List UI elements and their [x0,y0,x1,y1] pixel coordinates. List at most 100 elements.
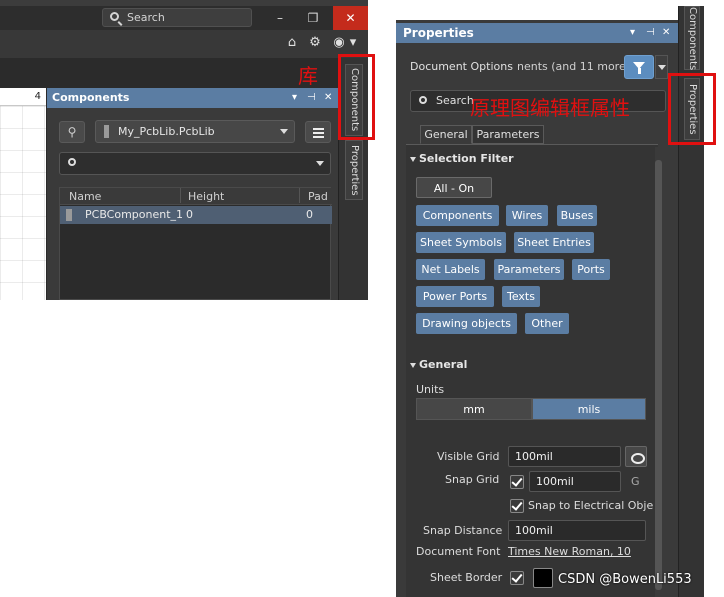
tab-components-2[interactable]: Components [684,6,700,70]
minimize-button[interactable]: – [265,6,295,30]
maximize-button[interactable]: ❐ [298,6,328,30]
filter-chip-buses[interactable]: Buses [557,205,597,226]
eye-icon[interactable] [625,446,647,467]
cell-pad: 0 [306,208,313,221]
pin-icon[interactable]: ⊣ [646,23,655,43]
chevron-down-icon [280,129,288,134]
chevron-down-icon[interactable] [316,161,324,166]
search-icon [419,96,427,104]
annotation-highlight-box [338,54,375,140]
search-icon [68,158,76,166]
snap-electrical-label: Snap to Electrical Obje [528,499,654,512]
cell-height: 0 [186,208,193,221]
sheet-border-color-swatch[interactable] [533,568,553,588]
screenshot-root: Search – ❐ ✕ ⌂ ⚙ ◉ ▾ 4 Components ▾ ⊣ ✕ … [0,0,724,597]
properties-panel-title: Properties [403,26,474,40]
close-button[interactable]: ✕ [333,6,368,30]
global-search-input[interactable]: Search [102,8,252,27]
properties-search-placeholder: Search [436,94,474,107]
visible-grid-label: Visible Grid [437,450,500,463]
filter-chip-sheet-entries[interactable]: Sheet Entries [514,232,594,253]
user-menu-caret-icon[interactable]: ▾ [348,35,358,51]
tab-properties[interactable]: Properties [345,140,363,200]
cell-name: PCBComponent_1 [85,208,184,221]
units-mils-option[interactable]: mils [532,398,646,420]
panel-close-icon[interactable]: ✕ [662,23,670,43]
components-panel-header: Components ▾ ⊣ ✕ [47,88,339,108]
document-font-label: Document Font [416,545,501,558]
home-icon[interactable]: ⌂ [284,35,300,51]
library-menu-button[interactable] [305,121,331,143]
gear-icon[interactable]: ⚙ [307,35,323,51]
annotation-label-schematic-properties: 原理图编辑框属性 [470,96,630,120]
filter-chip-wires[interactable]: Wires [506,205,548,226]
scrollbar-thumb[interactable] [655,160,662,590]
units-mm-option[interactable]: mm [416,398,532,420]
filter-chip-sheet-symbols[interactable]: Sheet Symbols [416,232,506,253]
ruler: 4 [0,88,46,106]
snap-grid-field[interactable]: 100mil [529,471,621,492]
tab-parameters[interactable]: Parameters [472,125,544,144]
components-panel-title: Components [52,91,130,104]
all-on-button[interactable]: All - On [416,177,492,198]
components-table: Name Height Pad PCBComponent_1 0 0 [59,187,332,300]
search-icon [110,12,119,21]
column-header-height[interactable]: Height [188,188,224,205]
canvas-grid [0,106,46,300]
filter-chip-parameters[interactable]: Parameters [494,259,564,280]
snap-grid-label: Snap Grid [445,473,500,486]
snap-grid-checkbox[interactable] [510,475,524,489]
document-options-title: Document Options [410,60,513,73]
collapse-triangle-icon [410,362,416,368]
pin-icon[interactable]: ⊣ [307,88,316,108]
selection-filter-button[interactable] [624,55,654,79]
snap-distance-field[interactable]: 100mil [508,520,646,541]
component-icon [66,209,72,221]
global-search-text: Search [127,11,165,24]
component-search-input[interactable] [59,152,331,175]
column-divider[interactable] [180,188,181,203]
panel-dropdown-icon[interactable]: ▾ [292,88,297,108]
document-options-summary: nents (and 11 more) [517,60,631,73]
snap-grid-shortcut: G [631,475,640,488]
visible-grid-field[interactable]: 100mil [508,446,621,467]
filter-chip-ports[interactable]: Ports [572,259,610,280]
library-icon [104,125,109,138]
column-divider[interactable] [299,188,300,203]
filter-chip-texts[interactable]: Texts [502,286,540,307]
menu-icon-line [313,136,324,138]
user-icon[interactable]: ◉ [331,35,347,51]
section-general[interactable]: General [410,358,467,371]
table-header: Name Height Pad [60,188,332,205]
document-font-link[interactable]: Times New Roman, 10 [508,545,631,558]
library-filter-button[interactable]: ⚲ [59,121,85,143]
panel-dropdown-icon[interactable]: ▾ [630,23,635,43]
components-panel: Components ▾ ⊣ ✕ ⚲ My_PcbLib.PcbLib Name… [46,88,339,300]
section-title-text: Selection Filter [419,152,514,165]
sheet-border-checkbox[interactable] [510,571,524,585]
collapse-triangle-icon [410,156,416,162]
tab-general[interactable]: General [420,125,472,144]
filter-chip-drawing-objects[interactable]: Drawing objects [416,313,517,334]
filter-chip-power-ports[interactable]: Power Ports [416,286,494,307]
top-toolbar: ⌂ ⚙ ◉ ▾ [0,30,368,58]
menu-icon-line [313,132,324,134]
filter-chip-components[interactable]: Components [416,205,499,226]
table-row[interactable]: PCBComponent_1 0 0 [60,206,332,224]
csdn-watermark: CSDN @BowenLi553 [558,572,692,587]
sheet-border-label: Sheet Border [430,571,503,584]
filter-chip-net-labels[interactable]: Net Labels [416,259,485,280]
annotation-label-library: 库 [298,64,318,88]
library-select[interactable]: My_PcbLib.PcbLib [95,120,295,143]
filter-dropdown-caret[interactable] [655,55,668,79]
snap-distance-label: Snap Distance [423,524,503,537]
section-selection-filter[interactable]: Selection Filter [410,152,514,165]
left-app-window: Search – ❐ ✕ ⌂ ⚙ ◉ ▾ 4 Components ▾ ⊣ ✕ … [0,0,368,300]
properties-panel-header: Properties ▾ ⊣ ✕ [396,23,678,43]
filter-chip-other[interactable]: Other [525,313,569,334]
units-label: Units [416,383,445,396]
column-header-pad[interactable]: Pad [308,188,328,205]
snap-electrical-checkbox[interactable] [510,499,524,513]
panel-close-icon[interactable]: ✕ [324,88,332,108]
column-header-name[interactable]: Name [69,188,101,205]
